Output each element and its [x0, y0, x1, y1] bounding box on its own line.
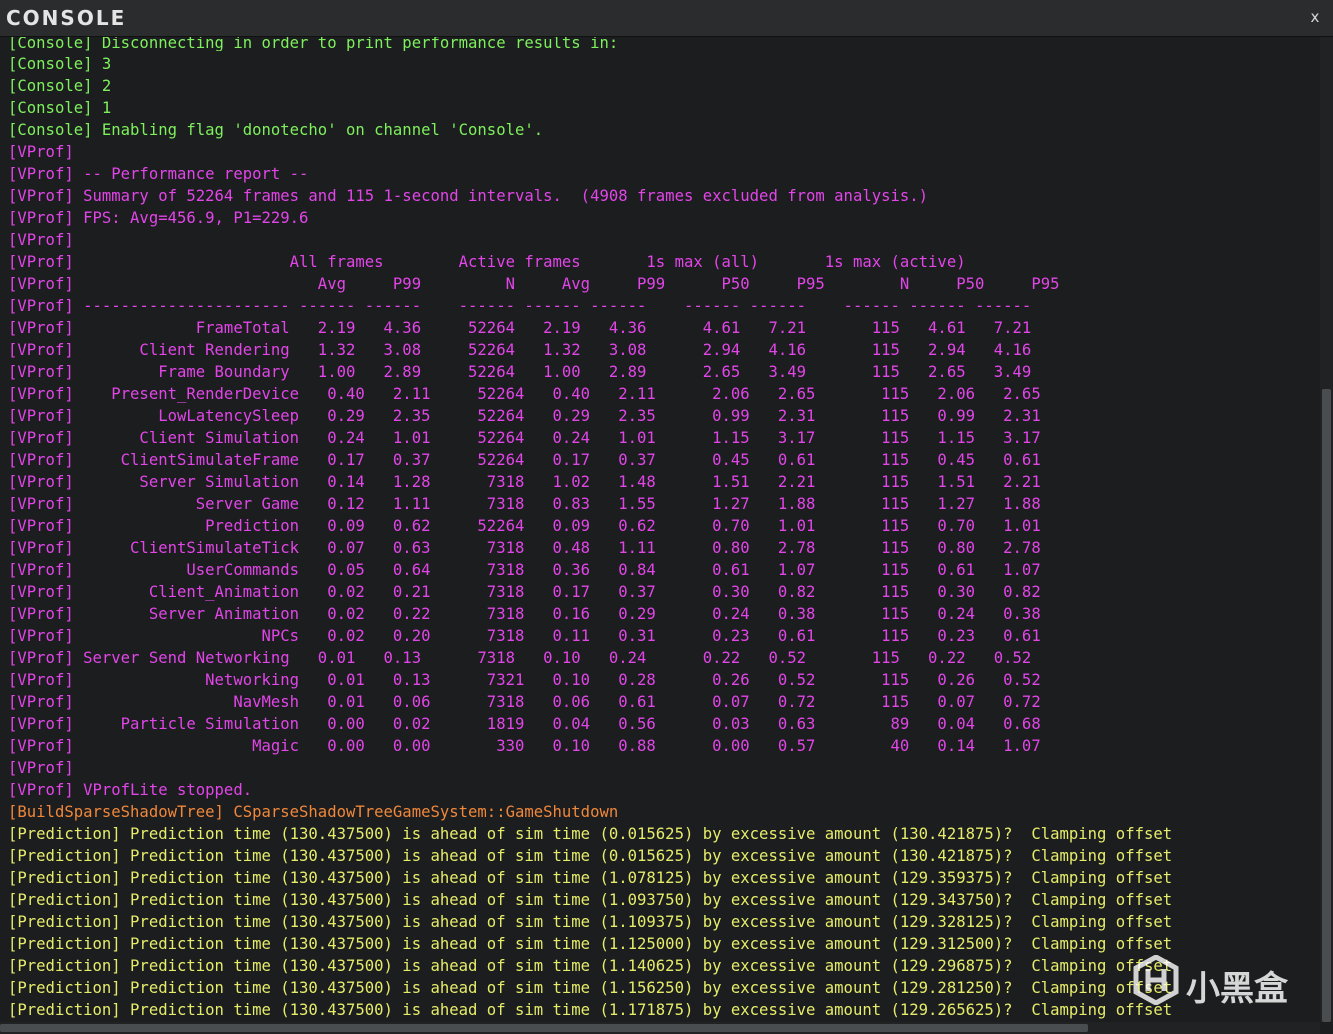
log-line: [VProf] LowLatencySleep 0.29 2.35 52264 … [8, 407, 1041, 425]
log-line: [VProf] NPCs 0.02 0.20 7318 0.11 0.31 0.… [8, 627, 1041, 645]
log-line: [BuildSparseShadowTree] CSparseShadowTre… [8, 803, 619, 821]
log-line: [VProf] NavMesh 0.01 0.06 7318 0.06 0.61… [8, 693, 1041, 711]
log-line: [Prediction] Prediction time (130.437500… [8, 891, 1173, 909]
log-line: [Prediction] Prediction time (130.437500… [8, 869, 1173, 887]
log-line: [Console] Enabling flag 'donotecho' on c… [8, 121, 544, 139]
log-line: [VProf] Server Send Networking 0.01 0.13… [8, 649, 1032, 667]
log-line: [VProf] Client Simulation 0.24 1.01 5226… [8, 429, 1041, 447]
horizontal-scroll-thumb[interactable] [0, 1024, 1088, 1032]
window-title: CONSOLE [6, 6, 127, 30]
watermark-text: 小黑盒 [1186, 969, 1288, 1009]
log-line: [VProf] All frames Active frames 1s max … [8, 253, 966, 271]
log-line: [VProf] ---------------------- ------ --… [8, 297, 1032, 315]
vertical-scrollbar[interactable] [1320, 37, 1333, 1022]
log-line: [Prediction] Prediction time (130.437500… [8, 913, 1173, 931]
log-line: [VProf] Prediction 0.09 0.62 52264 0.09 … [8, 517, 1041, 535]
log-line: [VProf] ClientSimulateTick 0.07 0.63 731… [8, 539, 1041, 557]
log-line: [Prediction] Prediction time (130.437500… [8, 957, 1173, 975]
xiaoheihe-logo-icon [1133, 955, 1179, 1005]
log-line: [Prediction] Prediction time (130.437500… [8, 979, 1173, 997]
log-line: [VProf] UserCommands 0.05 0.64 7318 0.36… [8, 561, 1041, 579]
log-line: [VProf] FrameTotal 2.19 4.36 52264 2.19 … [8, 319, 1032, 337]
log-line: [VProf] [8, 759, 74, 777]
log-line: [VProf] Server Simulation 0.14 1.28 7318… [8, 473, 1041, 491]
log-line: [VProf] Client_Animation 0.02 0.21 7318 … [8, 583, 1041, 601]
console-log[interactable]: [Console] Disconnecting in order to prin… [0, 37, 1320, 1022]
log-line: [VProf] Frame Boundary 1.00 2.89 52264 1… [8, 363, 1032, 381]
log-line: [VProf] [8, 143, 74, 161]
log-line: [VProf] -- Performance report -- [8, 165, 309, 183]
log-line: [Prediction] Prediction time (130.437500… [8, 825, 1173, 843]
log-line: [Console] 3 [8, 55, 112, 73]
log-line: [VProf] Client Rendering 1.32 3.08 52264… [8, 341, 1032, 359]
log-line: [VProf] Networking 0.01 0.13 7321 0.10 0… [8, 671, 1041, 689]
log-line: [Prediction] Prediction time (130.437500… [8, 847, 1173, 865]
log-line: [Prediction] Prediction time (130.437500… [8, 1001, 1173, 1019]
log-line: [Console] 1 [8, 99, 112, 117]
log-line: [VProf] Present_RenderDevice 0.40 2.11 5… [8, 385, 1041, 403]
log-line: [Console] 2 [8, 77, 112, 95]
vertical-scroll-thumb[interactable] [1322, 389, 1331, 1022]
log-line: [Prediction] Prediction time (130.437500… [8, 935, 1173, 953]
log-line: [VProf] Avg P99 N Avg P99 P50 P95 N P50 … [8, 275, 1060, 293]
log-line: [VProf] Particle Simulation 0.00 0.02 18… [8, 715, 1041, 733]
log-line: [VProf] Summary of 52264 frames and 115 … [8, 187, 929, 205]
log-line: [VProf] FPS: Avg=456.9, P1=229.6 [8, 209, 309, 227]
log-line: [VProf] ClientSimulateFrame 0.17 0.37 52… [8, 451, 1041, 469]
title-bar: CONSOLE x [0, 0, 1333, 37]
horizontal-scrollbar[interactable] [0, 1022, 1320, 1034]
log-line: [Console] Disconnecting in order to prin… [8, 37, 619, 51]
log-line: [VProf] Magic 0.00 0.00 330 0.10 0.88 0.… [8, 737, 1041, 755]
close-button[interactable]: x [1307, 8, 1323, 26]
log-line: [VProf] Server Game 0.12 1.11 7318 0.83 … [8, 495, 1041, 513]
log-line: [VProf] Server Animation 0.02 0.22 7318 … [8, 605, 1041, 623]
log-line: [VProf] [8, 231, 74, 249]
log-line: [VProf] VProfLite stopped. [8, 781, 253, 799]
